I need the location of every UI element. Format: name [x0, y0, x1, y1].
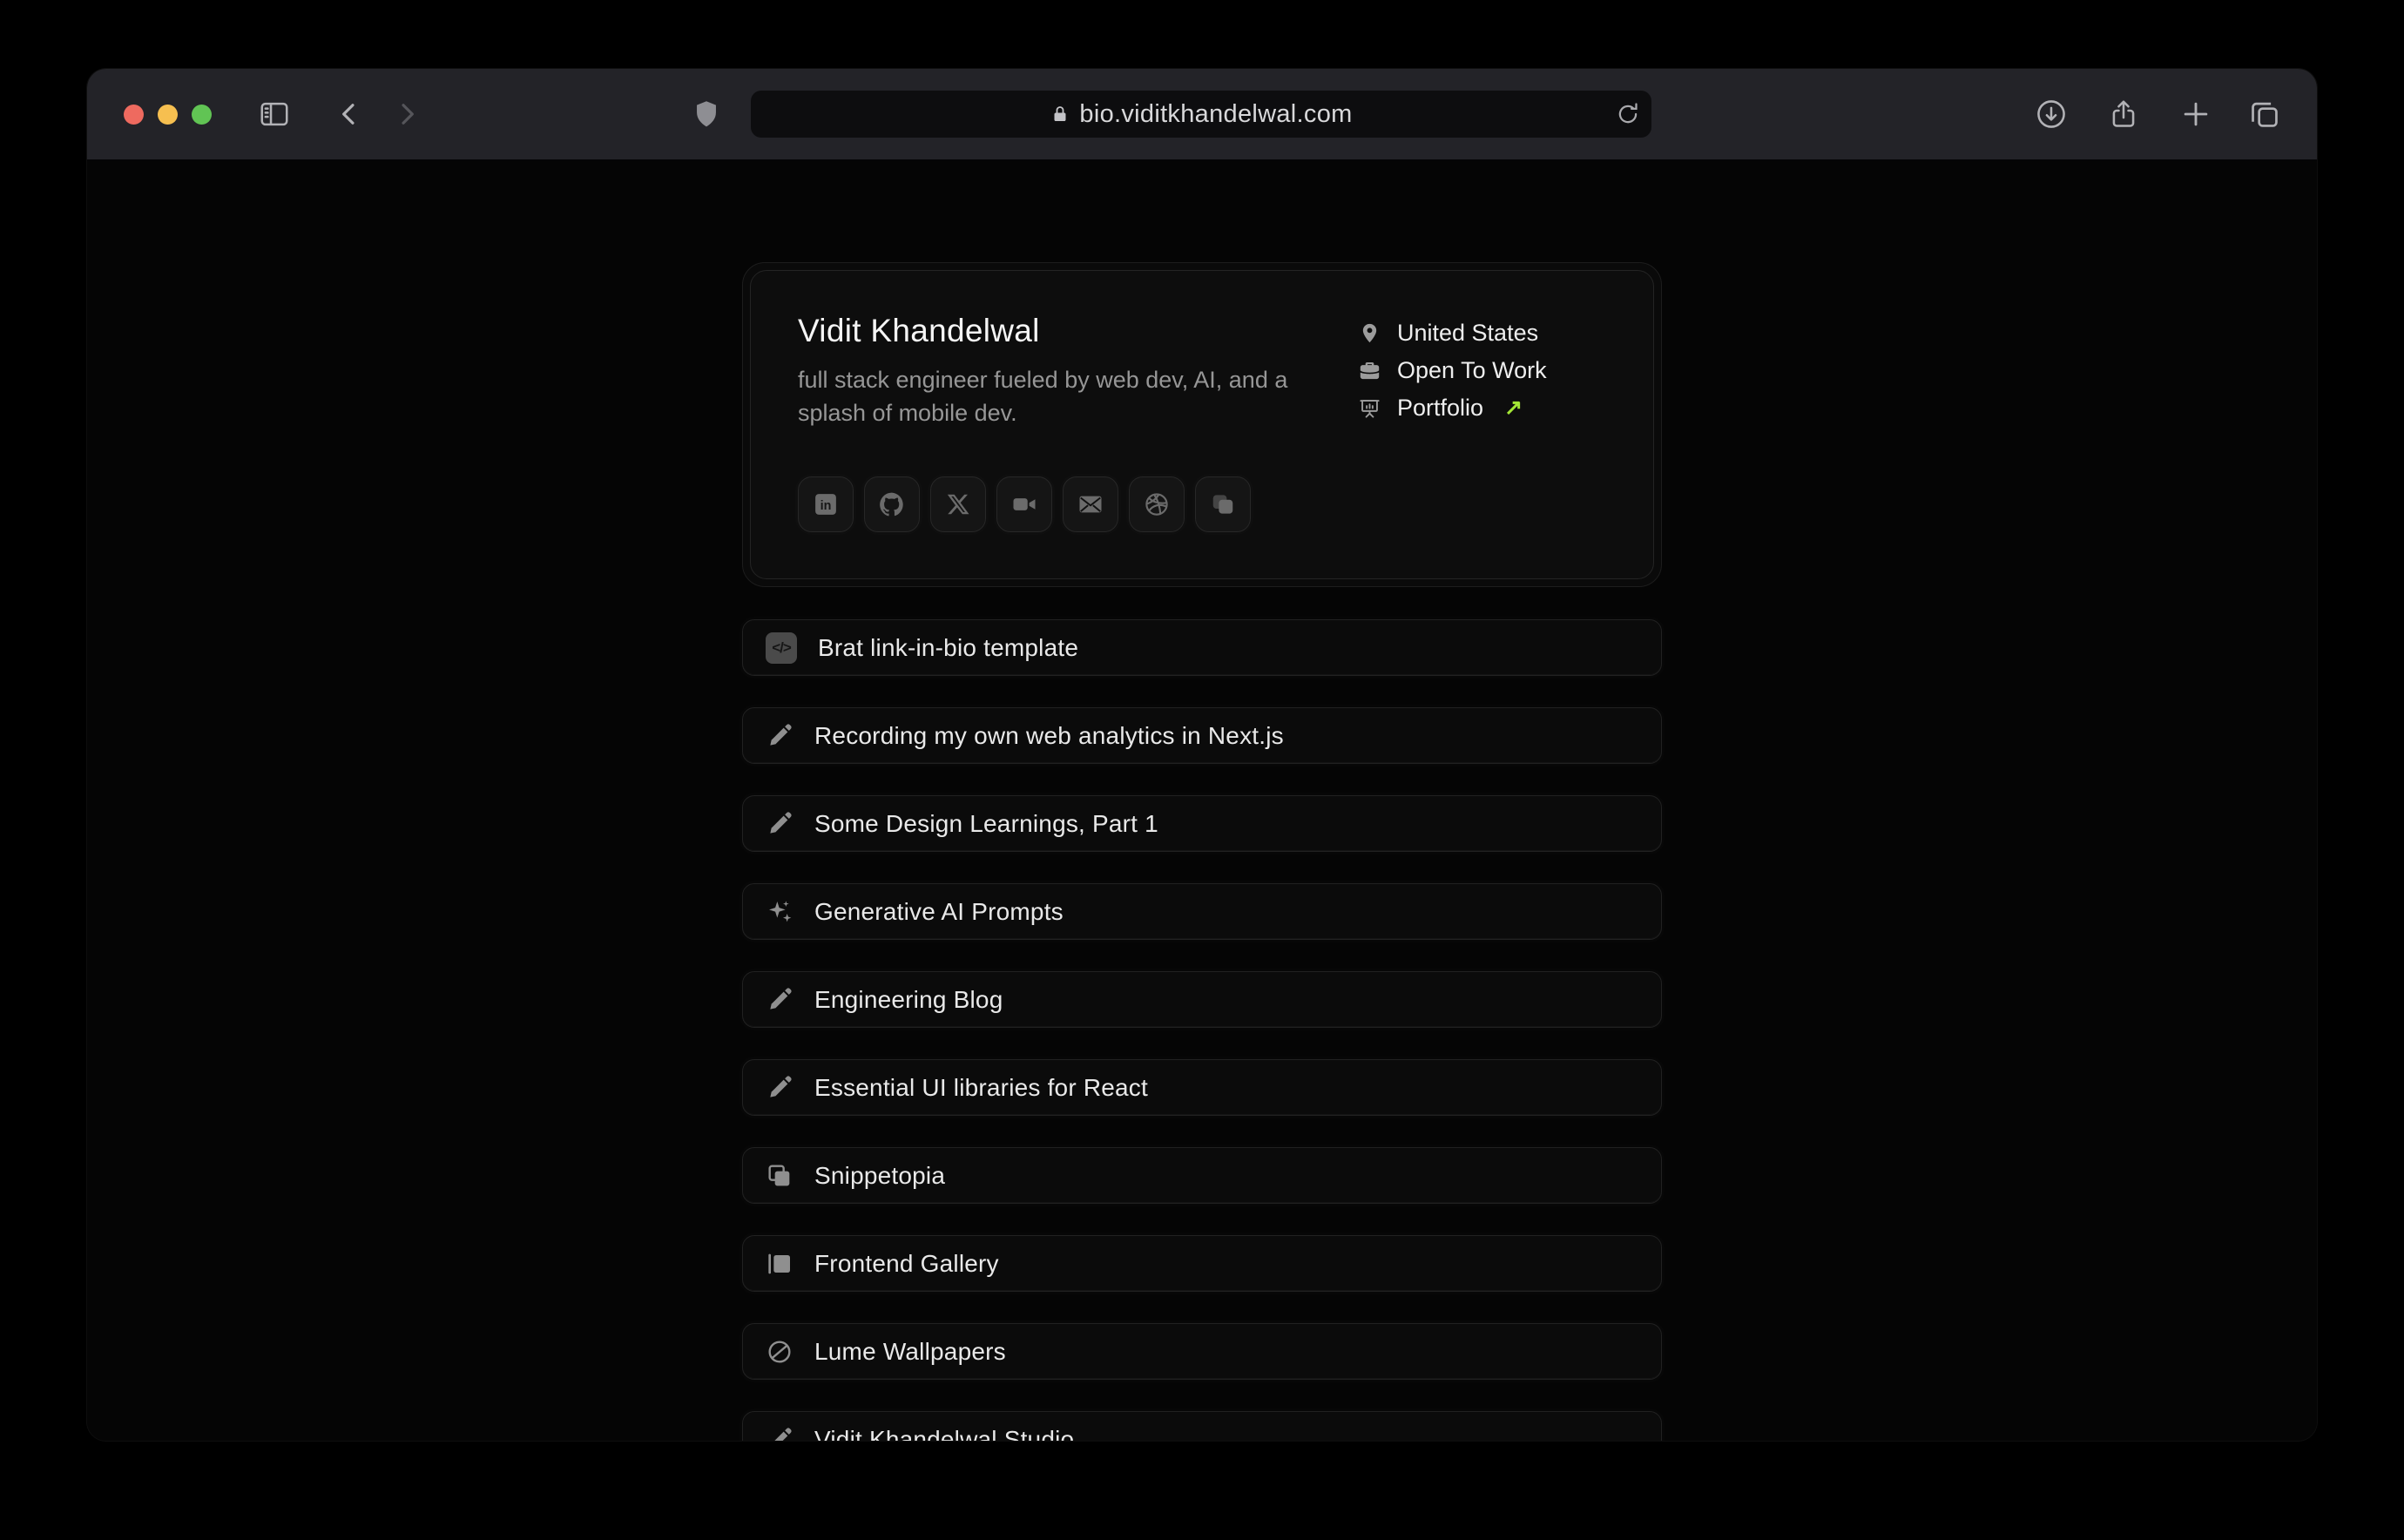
email-icon: [1077, 491, 1104, 517]
privacy-shield-icon[interactable]: [691, 98, 722, 130]
meta-label: Open To Work: [1397, 357, 1547, 384]
page-content: Vidit Khandelwal full stack engineer fue…: [87, 160, 2317, 1441]
browser-window: bio.viditkhandelwal.com: [87, 69, 2317, 1441]
code-badge-icon: </>: [766, 632, 797, 664]
sparkles-icon: [766, 898, 793, 926]
link-label: Essential UI libraries for React: [814, 1074, 1148, 1102]
zoom-button[interactable]: [192, 105, 212, 125]
social-links: in: [798, 476, 1606, 532]
profile-meta-portfolio[interactable]: Portfolio ↗: [1358, 395, 1547, 421]
link-label: Some Design Learnings, Part 1: [814, 810, 1158, 838]
back-icon[interactable]: [333, 98, 366, 131]
social-button-email[interactable]: [1063, 476, 1118, 532]
social-button-cubes[interactable]: [1195, 476, 1251, 532]
cubes-icon: [1210, 491, 1236, 517]
close-button[interactable]: [124, 105, 144, 125]
link-label: Recording my own web analytics in Next.j…: [814, 722, 1284, 750]
sidebar-toggle-icon[interactable]: [258, 98, 291, 131]
link-label: Vidit Khandelwal Studio: [814, 1426, 1074, 1442]
traffic-lights: [124, 105, 212, 125]
external-link-arrow-icon: ↗: [1504, 397, 1523, 419]
link-label: Generative AI Prompts: [814, 898, 1064, 926]
video-icon: [1011, 491, 1037, 517]
x-icon: [945, 491, 971, 517]
link-row[interactable]: Some Design Learnings, Part 1: [742, 795, 1662, 852]
lock-icon: [1050, 104, 1070, 125]
desktop-background: bio.viditkhandelwal.com: [0, 0, 2404, 1540]
dribbble-icon: [1144, 491, 1170, 517]
profile-meta-united-states: United States: [1358, 320, 1547, 346]
download-icon[interactable]: [2035, 98, 2068, 131]
github-icon: [879, 491, 905, 517]
meta-label: Portfolio: [1397, 395, 1483, 422]
social-button-video[interactable]: [996, 476, 1052, 532]
link-row[interactable]: Engineering Blog: [742, 971, 1662, 1028]
gallery-icon: [766, 1250, 793, 1278]
link-label: Engineering Blog: [814, 986, 1003, 1014]
link-label: Brat link-in-bio template: [818, 634, 1078, 662]
new-tab-icon[interactable]: [2179, 98, 2212, 131]
pen-icon: [766, 810, 793, 838]
profile-meta: United States Open To Work Portfolio ↗: [1358, 320, 1547, 421]
profile-card: Vidit Khandelwal full stack engineer fue…: [742, 262, 1662, 587]
minimize-button[interactable]: [158, 105, 178, 125]
url-text: bio.viditkhandelwal.com: [1079, 100, 1352, 129]
forward-icon[interactable]: [390, 98, 423, 131]
refresh-icon[interactable]: [1615, 101, 1641, 127]
meta-label: United States: [1397, 320, 1538, 347]
pen-icon: [766, 1426, 793, 1442]
linkedin-icon: in: [813, 491, 839, 517]
copy-icon: [766, 1162, 793, 1190]
share-icon[interactable]: [2107, 98, 2140, 131]
link-row[interactable]: Recording my own web analytics in Next.j…: [742, 707, 1662, 764]
address-bar[interactable]: bio.viditkhandelwal.com: [751, 91, 1651, 138]
link-row[interactable]: Frontend Gallery: [742, 1235, 1662, 1292]
link-label: Frontend Gallery: [814, 1250, 999, 1278]
link-label: Snippetopia: [814, 1162, 945, 1190]
social-button-linkedin[interactable]: in: [798, 476, 854, 532]
link-list: </> Brat link-in-bio template Recording my…: [742, 619, 1662, 1441]
profile-bio: full stack engineer fueled by web dev, A…: [798, 363, 1312, 429]
pen-icon: [766, 1074, 793, 1102]
presentation-icon: [1358, 396, 1381, 420]
link-label: Lume Wallpapers: [814, 1338, 1006, 1366]
social-button-github[interactable]: [864, 476, 920, 532]
link-row[interactable]: Generative AI Prompts: [742, 883, 1662, 940]
social-button-x[interactable]: [930, 476, 986, 532]
svg-text:in: in: [820, 499, 832, 513]
link-row[interactable]: Essential UI libraries for React: [742, 1059, 1662, 1116]
link-row[interactable]: </> Brat link-in-bio template: [742, 619, 1662, 676]
link-row[interactable]: Lume Wallpapers: [742, 1323, 1662, 1380]
tabs-overview-icon[interactable]: [2248, 98, 2281, 131]
pen-icon: [766, 722, 793, 750]
browser-toolbar: bio.viditkhandelwal.com: [87, 69, 2317, 160]
pen-icon: [766, 986, 793, 1014]
link-row[interactable]: Vidit Khandelwal Studio: [742, 1411, 1662, 1441]
social-button-dribbble[interactable]: [1129, 476, 1185, 532]
location-pin-icon: [1358, 321, 1381, 345]
link-row[interactable]: Snippetopia: [742, 1147, 1662, 1204]
profile-meta-open-to-work: Open To Work: [1358, 357, 1547, 383]
circle-slash-icon: [766, 1338, 793, 1366]
briefcase-icon: [1358, 359, 1381, 382]
